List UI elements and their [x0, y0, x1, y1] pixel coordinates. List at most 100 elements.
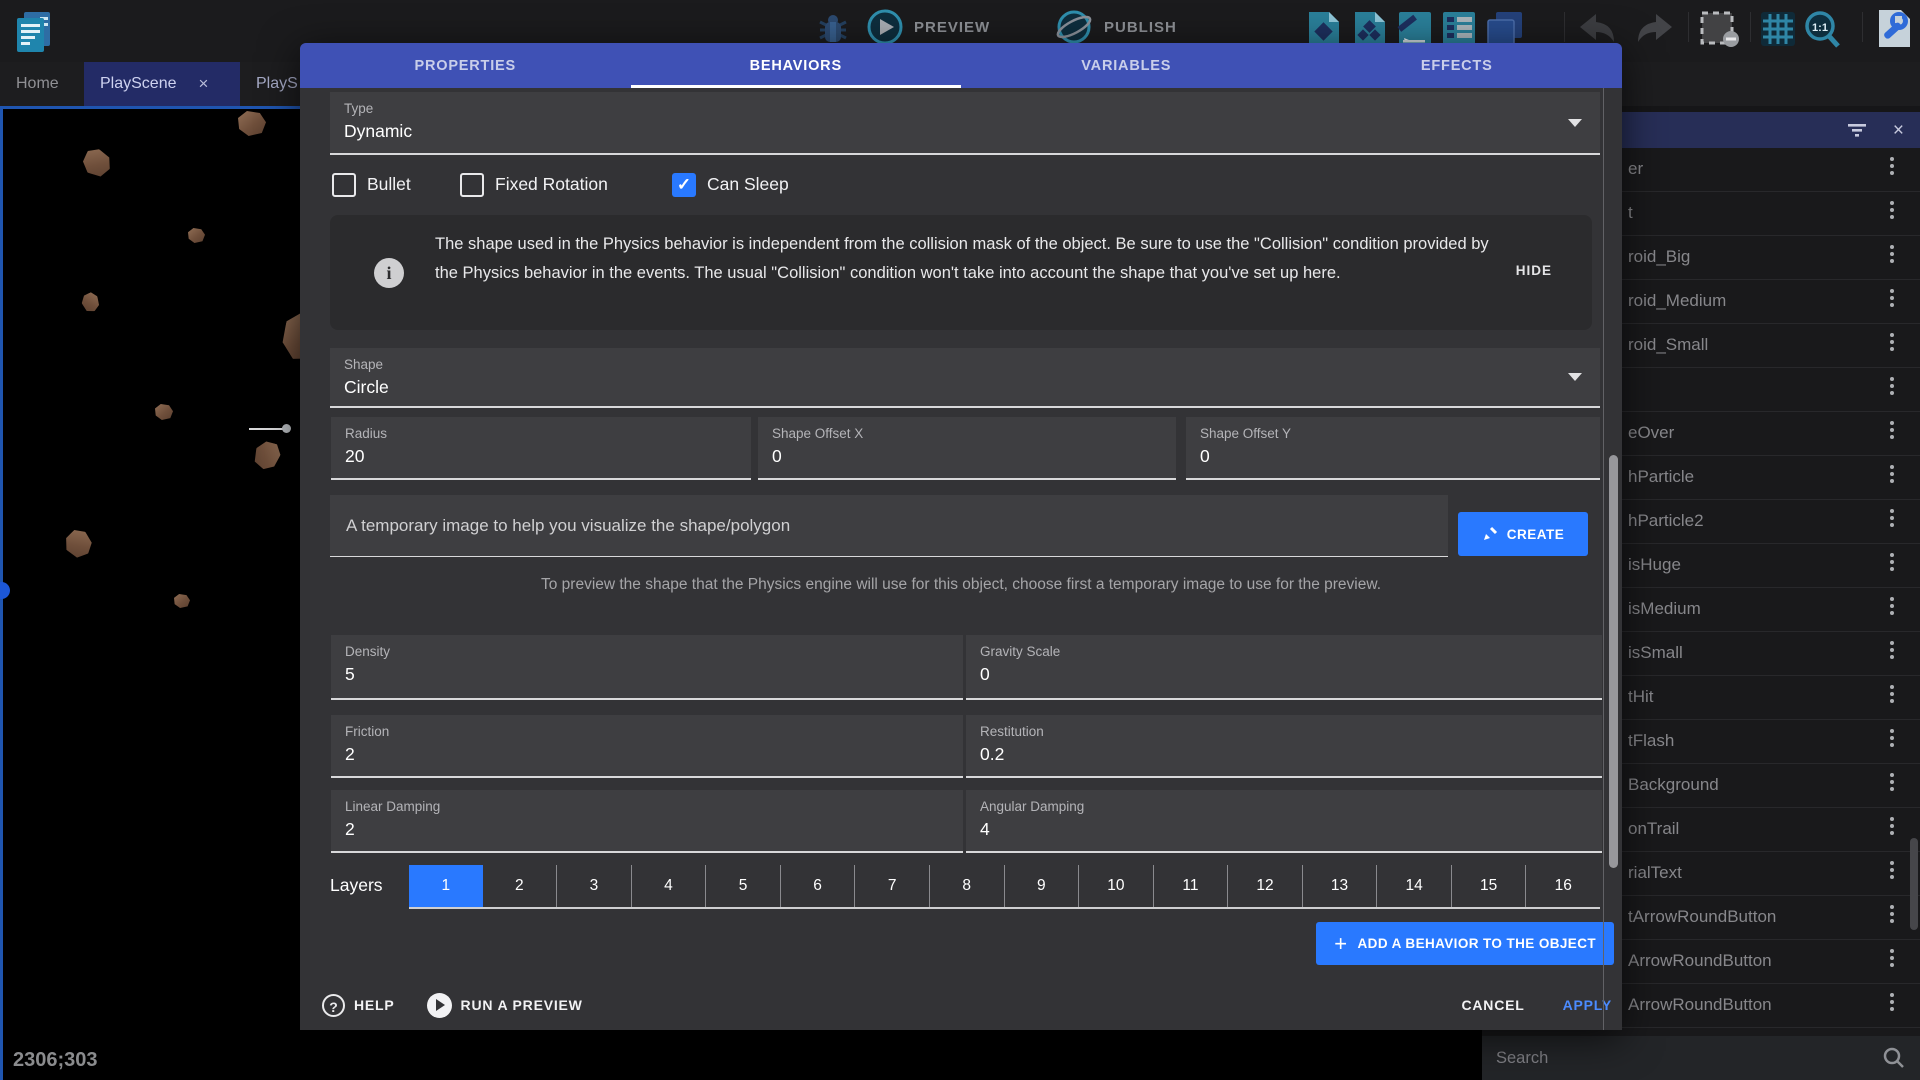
run-preview-button[interactable]: RUN A PREVIEW [427, 993, 583, 1018]
bullet-checkbox[interactable] [332, 173, 356, 197]
asteroid-sprite[interactable] [79, 291, 101, 315]
kebab-menu-icon[interactable] [1890, 465, 1894, 483]
cancel-button[interactable]: CANCEL [1461, 997, 1524, 1013]
zoom-original-icon[interactable]: 1:1 [1802, 10, 1844, 50]
density-field[interactable]: Density 5 [331, 635, 963, 700]
kebab-menu-icon[interactable] [1890, 861, 1894, 879]
tab-home[interactable]: Home [0, 62, 75, 106]
tab-behaviors[interactable]: BEHAVIORS [631, 43, 962, 88]
layer-cell-10[interactable]: 10 [1079, 865, 1154, 907]
layer-cell-5[interactable]: 5 [706, 865, 781, 907]
create-button[interactable]: CREATE [1458, 512, 1588, 556]
object-search-bar[interactable]: Search [1482, 1036, 1920, 1080]
radius-field[interactable]: Radius 20 [331, 417, 751, 480]
layer-cell-4[interactable]: 4 [632, 865, 707, 907]
asteroid-sprite[interactable] [155, 404, 173, 420]
shape-select[interactable]: Shape Circle [330, 348, 1600, 408]
kebab-menu-icon[interactable] [1890, 245, 1894, 263]
layer-cell-7[interactable]: 7 [855, 865, 930, 907]
project-manager-icon[interactable] [12, 8, 54, 54]
kebab-menu-icon[interactable] [1890, 289, 1894, 307]
type-label: Type [344, 101, 1586, 116]
layer-cell-11[interactable]: 11 [1154, 865, 1229, 907]
asteroid-sprite[interactable] [78, 145, 115, 182]
kebab-menu-icon[interactable] [1890, 333, 1894, 351]
help-button[interactable]: ? HELP [322, 994, 395, 1017]
layer-cell-12[interactable]: 12 [1228, 865, 1303, 907]
grid-icon[interactable] [1758, 10, 1798, 48]
panel-scrollbar-thumb[interactable] [1910, 838, 1918, 930]
bullet-label: Bullet [367, 174, 411, 195]
dialog-scrollbar-thumb[interactable] [1609, 455, 1618, 868]
asteroid-sprite[interactable] [174, 594, 190, 608]
kebab-menu-icon[interactable] [1890, 421, 1894, 439]
asteroid-sprite[interactable] [238, 111, 266, 136]
tab-variables[interactable]: VARIABLES [961, 43, 1292, 88]
publish-button[interactable]: PUBLISH [1054, 8, 1177, 46]
layer-cell-13[interactable]: 13 [1303, 865, 1378, 907]
layer-cell-15[interactable]: 15 [1452, 865, 1527, 907]
object-name: onTrail [1628, 819, 1679, 839]
filter-icon[interactable] [1847, 123, 1867, 137]
linear-damping-field[interactable]: Linear Damping 2 [331, 790, 963, 853]
deselect-icon[interactable] [1698, 10, 1742, 48]
dialog-scrollbar-track[interactable] [1603, 88, 1604, 1030]
can-sleep-checkbox[interactable]: ✓ [672, 173, 696, 197]
kebab-menu-icon[interactable] [1890, 729, 1894, 747]
tab-properties[interactable]: PROPERTIES [300, 43, 631, 88]
asteroid-sprite[interactable] [250, 438, 283, 473]
layer-cell-3[interactable]: 3 [557, 865, 632, 907]
close-panel-icon[interactable]: × [1893, 121, 1904, 140]
toolbar-separator [1688, 12, 1689, 42]
kebab-menu-icon[interactable] [1890, 641, 1894, 659]
kebab-menu-icon[interactable] [1890, 993, 1894, 1011]
kebab-menu-icon[interactable] [1890, 685, 1894, 703]
kebab-menu-icon[interactable] [1890, 773, 1894, 791]
layer-cell-14[interactable]: 14 [1377, 865, 1452, 907]
kebab-menu-icon[interactable] [1890, 597, 1894, 615]
kebab-menu-icon[interactable] [1890, 817, 1894, 835]
checkbox-row: Bullet Fixed Rotation ✓ Can Sleep [300, 173, 1622, 199]
shape-offset-x-field[interactable]: Shape Offset X 0 [758, 417, 1176, 480]
tab-effects[interactable]: EFFECTS [1292, 43, 1623, 88]
kebab-menu-icon[interactable] [1890, 201, 1894, 219]
kebab-menu-icon[interactable] [1890, 553, 1894, 571]
kebab-menu-icon[interactable] [1890, 377, 1894, 395]
restitution-field[interactable]: Restitution 0.2 [966, 715, 1602, 778]
info-text: The shape used in the Physics behavior i… [435, 230, 1505, 287]
layer-cell-1[interactable]: 1 [409, 865, 483, 907]
kebab-menu-icon[interactable] [1890, 949, 1894, 967]
gravity-scale-field[interactable]: Gravity Scale 0 [966, 635, 1602, 700]
object-name: rialText [1628, 863, 1682, 883]
scene-settings-icon[interactable] [1874, 8, 1914, 50]
preview-button[interactable]: PREVIEW [866, 8, 990, 46]
shape-offset-y-field[interactable]: Shape Offset Y 0 [1186, 417, 1600, 480]
type-select[interactable]: Type Dynamic [330, 92, 1600, 155]
friction-field[interactable]: Friction 2 [331, 715, 963, 778]
temp-image-input[interactable] [330, 495, 1448, 557]
hide-button[interactable]: HIDE [1516, 263, 1552, 278]
layer-cells: 1 2 3 4 5 6 7 8 9 10 11 12 13 14 15 16 [409, 865, 1600, 909]
layer-cell-6[interactable]: 6 [781, 865, 856, 907]
apply-button[interactable]: APPLY [1563, 997, 1612, 1013]
kebab-menu-icon[interactable] [1890, 157, 1894, 175]
layer-cell-16[interactable]: 16 [1526, 865, 1600, 907]
asteroid-sprite[interactable] [60, 525, 97, 562]
kebab-menu-icon[interactable] [1890, 905, 1894, 923]
kebab-menu-icon[interactable] [1890, 509, 1894, 527]
layer-cell-8[interactable]: 8 [930, 865, 1005, 907]
add-behavior-button[interactable]: + ADD A BEHAVIOR TO THE OBJECT [1316, 922, 1614, 965]
canvas-edge-handle[interactable] [0, 582, 10, 599]
asteroid-sprite[interactable] [188, 228, 205, 243]
fixed-rotation-checkbox[interactable] [460, 173, 484, 197]
close-tab-icon[interactable]: × [199, 74, 209, 94]
joint-anchor-dot[interactable] [282, 424, 291, 433]
angular-damping-label: Angular Damping [980, 799, 1588, 814]
layer-cell-2[interactable]: 2 [483, 865, 558, 907]
angular-damping-field[interactable]: Angular Damping 4 [966, 790, 1602, 853]
brush-icon [1482, 526, 1498, 542]
layer-cell-9[interactable]: 9 [1005, 865, 1080, 907]
search-input[interactable]: Search [1496, 1049, 1548, 1068]
tab-playscene[interactable]: PlayScene × [84, 62, 240, 106]
redo-icon[interactable] [1632, 10, 1676, 48]
